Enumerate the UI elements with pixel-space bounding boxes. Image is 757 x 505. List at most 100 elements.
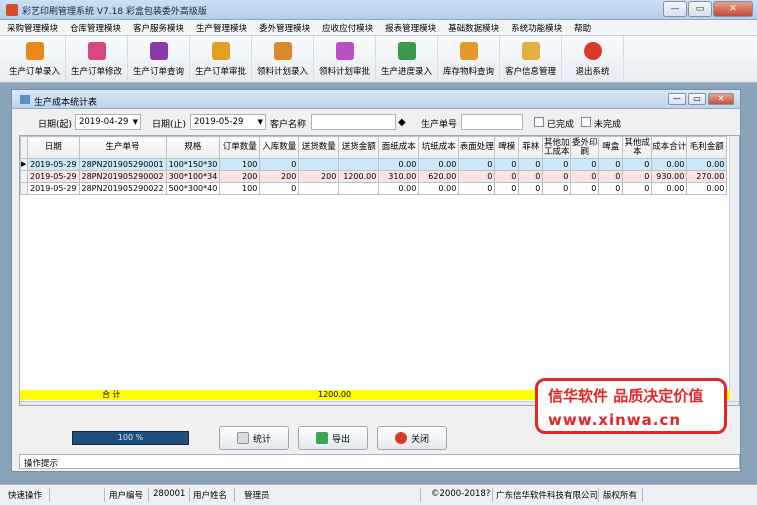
column-header[interactable]: 订单数量 <box>219 136 261 159</box>
summary-label: 合 计 <box>102 390 121 399</box>
date-to-label: 日期(止) <box>152 120 187 130</box>
cell-in-qty: 0 <box>259 182 300 195</box>
close-window-button[interactable]: ✕ <box>713 1 753 17</box>
menu-outsource[interactable]: 委外管理模块 <box>252 20 315 35</box>
row-gutter <box>20 170 28 183</box>
toolbar-exit-button[interactable]: 退出系统 <box>562 36 624 82</box>
cell-gross-profit: 270.00 <box>686 170 728 183</box>
date-from-picker[interactable]: 2019-04-29 ▼ <box>75 114 141 130</box>
cell-other-cost: 0 <box>622 158 653 171</box>
report-minimize-button[interactable]: — <box>668 93 686 105</box>
column-header[interactable]: 啤模 <box>494 136 520 159</box>
report-title: 生产成本统计表 <box>34 98 98 108</box>
material-plan-approve-icon <box>335 42 354 60</box>
report-title-bar: 生产成本统计表 — ▭ ✕ <box>12 90 740 109</box>
menu-production[interactable]: 生产管理模块 <box>189 20 252 35</box>
order-edit-icon <box>87 42 106 60</box>
toolbar-customer-info-button[interactable]: 客户信息管理 <box>500 36 562 82</box>
column-header[interactable]: 生产单号 <box>78 136 167 159</box>
menu-warehouse[interactable]: 仓库管理模块 <box>63 20 126 35</box>
cell-total-cost: 0.00 <box>651 182 688 195</box>
dropdown-arrow-icon: ▼ <box>132 118 138 126</box>
toolbar-order-edit-button[interactable]: 生产订单修改 <box>66 36 128 82</box>
report-maximize-button[interactable]: ▭ <box>688 93 706 105</box>
cell-ship-amount <box>338 182 380 195</box>
toolbar-order-approve-button[interactable]: 生产订单审批 <box>190 36 252 82</box>
column-header[interactable]: 委外印刷 <box>570 136 600 159</box>
toolbar-order-entry-button[interactable]: 生产订单录入 <box>4 36 66 82</box>
report-close-button[interactable]: ✕ <box>708 93 734 105</box>
menu-receivable-payable[interactable]: 应收应付模块 <box>315 20 378 35</box>
user-no-value: 280001 <box>153 489 186 499</box>
uncompleted-label: 未完成 <box>594 120 622 130</box>
toolbar-material-plan-entry-button[interactable]: 领料计划录入 <box>252 36 314 82</box>
table-row[interactable]: 2019-05-29 28PN201905290022 500*300*40 1… <box>20 182 728 195</box>
summary-ship-amount: 1200.00 <box>318 390 352 399</box>
toolbar-label: 生产订单录入 <box>8 67 60 77</box>
customer-lookup-icon[interactable]: ◆ <box>398 117 406 128</box>
table-row[interactable]: ▶ 2019-05-29 28PN201905290001 100*150*30… <box>20 158 728 171</box>
cell-ship-qty <box>298 158 340 171</box>
company-name: 广东信华软件科技有限公司 <box>496 491 599 501</box>
column-header[interactable]: 菲林 <box>518 136 544 159</box>
maximize-button[interactable]: ▭ <box>688 1 712 17</box>
watermark-line2: www.xinwa.cn <box>548 411 682 429</box>
vertical-scrollbar[interactable] <box>729 136 739 405</box>
minimize-button[interactable]: — <box>663 1 687 17</box>
quick-op-label[interactable]: 快速操作 <box>8 489 42 501</box>
menu-basic-data[interactable]: 基础数据模块 <box>441 20 504 35</box>
column-header[interactable]: 表面处理 <box>458 136 496 159</box>
uncompleted-checkbox[interactable] <box>581 117 591 127</box>
cell-pit-paper: 620.00 <box>418 170 460 183</box>
column-header[interactable]: 规格 <box>165 136 221 159</box>
menu-help[interactable]: 帮助 <box>567 20 596 35</box>
column-header[interactable]: 毛利金额 <box>686 136 728 159</box>
column-header[interactable]: 成本合计 <box>651 136 688 159</box>
date-to-picker[interactable]: 2019-05-29 ▼ <box>190 114 266 130</box>
copyright-text: ©2000-2018? <box>431 489 491 499</box>
column-header[interactable]: 入库数量 <box>259 136 300 159</box>
customer-label: 客户名称 <box>270 120 307 130</box>
date-from-value: 2019-04-29 <box>79 117 129 127</box>
export-button[interactable]: 导出 <box>298 426 368 450</box>
inventory-query-icon <box>459 42 478 60</box>
toolbar-inventory-query-button[interactable]: 库存物料查询 <box>438 36 500 82</box>
toolbar-material-plan-approve-button[interactable]: 领料计划审批 <box>314 36 376 82</box>
menu-customer-service[interactable]: 客户服务模块 <box>126 20 189 35</box>
cell-film: 0 <box>518 158 544 171</box>
column-header[interactable]: 啤盒 <box>598 136 624 159</box>
date-from-label: 日期(起) <box>38 120 73 130</box>
column-header[interactable]: 日期 <box>27 136 80 159</box>
cell-film: 0 <box>518 170 544 183</box>
close-report-button[interactable]: 关闭 <box>377 426 447 450</box>
report-window-controls: — ▭ ✕ <box>668 93 734 105</box>
status-divider <box>234 488 235 502</box>
progress-entry-icon <box>397 42 416 60</box>
column-header[interactable]: 送货金额 <box>338 136 380 159</box>
operation-hint-bar: 操作提示 <box>19 454 740 469</box>
stats-button-label: 统计 <box>252 434 271 445</box>
cell-date: 2019-05-29 <box>27 182 80 195</box>
column-header[interactable]: 面纸成本 <box>378 136 420 159</box>
column-header[interactable]: 坑纸成本 <box>418 136 460 159</box>
column-header[interactable]: 其他成本 <box>622 136 653 159</box>
status-divider <box>189 488 190 502</box>
watermark-stamp: 信华软件 品质决定价值 www.xinwa.cn <box>535 378 727 434</box>
menu-purchase[interactable]: 采购管理模块 <box>0 20 63 35</box>
toolbar-progress-entry-button[interactable]: 生产进度录入 <box>376 36 438 82</box>
cell-spec: 500*300*40 <box>165 182 221 195</box>
order-no-input[interactable] <box>461 114 523 130</box>
stats-button[interactable]: 统计 <box>219 426 289 450</box>
menu-system[interactable]: 系统功能模块 <box>504 20 567 35</box>
column-header[interactable]: 其他加工成本 <box>542 136 572 159</box>
completed-checkbox[interactable] <box>534 117 544 127</box>
report-window-icon <box>20 95 30 104</box>
toolbar-order-query-button[interactable]: 生产订单查询 <box>128 36 190 82</box>
customer-input[interactable] <box>311 114 396 130</box>
column-header[interactable]: 送货数量 <box>298 136 340 159</box>
app-logo-icon <box>6 4 18 16</box>
export-button-label: 导出 <box>331 434 350 445</box>
cell-punch-box: 0 <box>598 170 624 183</box>
table-row[interactable]: 2019-05-29 28PN201905290002 300*100*34 2… <box>20 170 728 183</box>
menu-reports[interactable]: 报表管理模块 <box>378 20 441 35</box>
